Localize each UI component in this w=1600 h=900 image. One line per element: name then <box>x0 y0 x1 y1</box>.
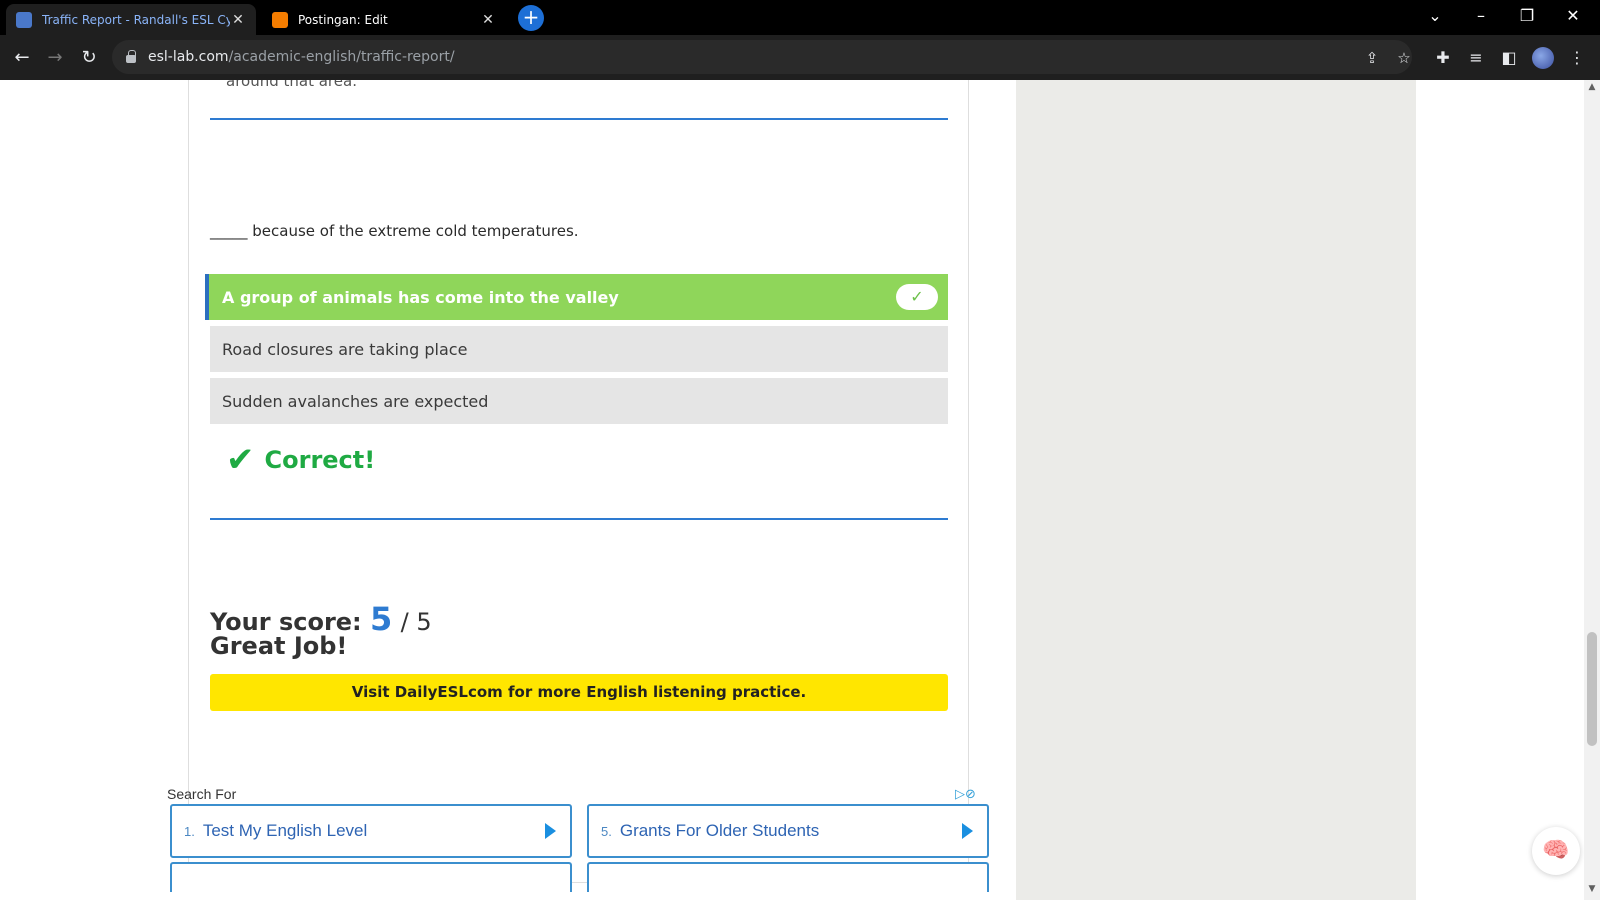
sidebar-ad-area <box>1016 80 1416 900</box>
brain-extension-icon[interactable]: 🧠 <box>1532 827 1580 875</box>
tab-title: Traffic Report - Randall's ESL Cyb <box>42 12 230 27</box>
close-tab-icon[interactable]: ✕ <box>230 12 246 28</box>
ad-link[interactable]: 5. Grants For Older Students <box>587 804 989 858</box>
share-icon[interactable]: ⇪ <box>1362 48 1382 68</box>
side-panel-icon[interactable]: ◧ <box>1498 47 1520 69</box>
forward-button[interactable]: → <box>42 45 68 71</box>
tab-postingan-edit[interactable]: Postingan: Edit ✕ <box>262 4 506 35</box>
reading-list-icon[interactable]: ≡ <box>1465 47 1487 69</box>
lock-icon <box>126 50 136 63</box>
browser-toolbar: ← → ↻ esl-lab.com/academic-english/traff… <box>0 35 1600 80</box>
ad-link-partial[interactable] <box>587 862 989 892</box>
page-scrollbar[interactable]: ▲ ▼ <box>1584 80 1600 900</box>
ad-link-text: Test My English Level <box>202 821 368 840</box>
ad-link-index: 5. <box>601 823 612 839</box>
url-domain: esl-lab.com <box>148 49 229 65</box>
score-value: 5 <box>370 600 393 638</box>
check-icon: ✔ <box>226 440 255 480</box>
answer-option[interactable]: Sudden avalanches are expected <box>210 378 948 424</box>
new-tab-button[interactable]: + <box>518 5 544 31</box>
previous-answer-text: around that area. <box>226 80 357 90</box>
result-message: Great Job! <box>210 632 348 660</box>
menu-kebab-icon[interactable]: ⋮ <box>1566 47 1588 69</box>
ad-link-index: 1. <box>184 823 195 839</box>
feedback-label: Correct! <box>264 446 376 474</box>
address-bar[interactable]: esl-lab.com/academic-english/traffic-rep… <box>112 40 1412 74</box>
score-total: / 5 <box>400 608 432 636</box>
divider <box>210 518 948 520</box>
play-arrow-icon <box>962 823 973 839</box>
feedback: ✔ Correct! <box>226 440 375 480</box>
reload-button[interactable]: ↻ <box>76 45 102 71</box>
url-path: /academic-english/traffic-report/ <box>228 49 455 65</box>
close-window-button[interactable]: ✕ <box>1550 0 1596 32</box>
answer-label: Sudden avalanches are expected <box>222 391 489 411</box>
web-page: around that area. _____ because of the e… <box>0 80 1584 900</box>
answer-option-correct[interactable]: A group of animals has come into the val… <box>205 274 948 320</box>
question-text: _____ because of the extreme cold temper… <box>210 222 579 240</box>
tab-traffic-report[interactable]: Traffic Report - Randall's ESL Cyb ✕ <box>6 4 256 35</box>
ad-link-text: Grants For Older Students <box>619 821 820 840</box>
back-button[interactable]: ← <box>9 45 35 71</box>
tab-strip: Traffic Report - Randall's ESL Cyb ✕ Pos… <box>0 0 1600 35</box>
profile-avatar[interactable] <box>1532 47 1554 69</box>
answer-label: A group of animals has come into the val… <box>222 287 619 307</box>
extensions-icon[interactable]: ✚ <box>1432 47 1454 69</box>
blogger-icon <box>272 11 288 28</box>
quiz-card <box>188 80 969 883</box>
bookmark-star-icon[interactable]: ☆ <box>1394 48 1414 68</box>
answer-label: Road closures are taking place <box>222 339 468 359</box>
close-tab-icon[interactable]: ✕ <box>480 12 496 28</box>
restore-button[interactable]: ❐ <box>1504 0 1550 32</box>
tab-search-icon[interactable]: ⌄ <box>1412 0 1458 32</box>
adchoices-icon[interactable]: ▷⊘ <box>955 787 976 802</box>
visit-dailyesl-button[interactable]: Visit DailyESLcom for more English liste… <box>210 674 948 711</box>
divider <box>210 118 948 120</box>
answer-option[interactable]: Road closures are taking place <box>210 326 948 372</box>
url-text: esl-lab.com/academic-english/traffic-rep… <box>148 49 455 65</box>
play-arrow-icon <box>545 823 556 839</box>
scroll-up-arrow-icon[interactable]: ▲ <box>1584 82 1600 96</box>
ad-search-for-label: Search For <box>167 786 237 802</box>
tab-title: Postingan: Edit <box>298 12 388 27</box>
checkmark-icon: ✓ <box>896 284 938 310</box>
ad-link-partial[interactable] <box>170 862 572 892</box>
scroll-thumb[interactable] <box>1587 632 1597 746</box>
esl-favicon-icon <box>16 11 32 28</box>
ad-link[interactable]: 1. Test My English Level <box>170 804 572 858</box>
minimize-button[interactable]: – <box>1458 0 1504 32</box>
scroll-down-arrow-icon[interactable]: ▼ <box>1584 884 1600 898</box>
